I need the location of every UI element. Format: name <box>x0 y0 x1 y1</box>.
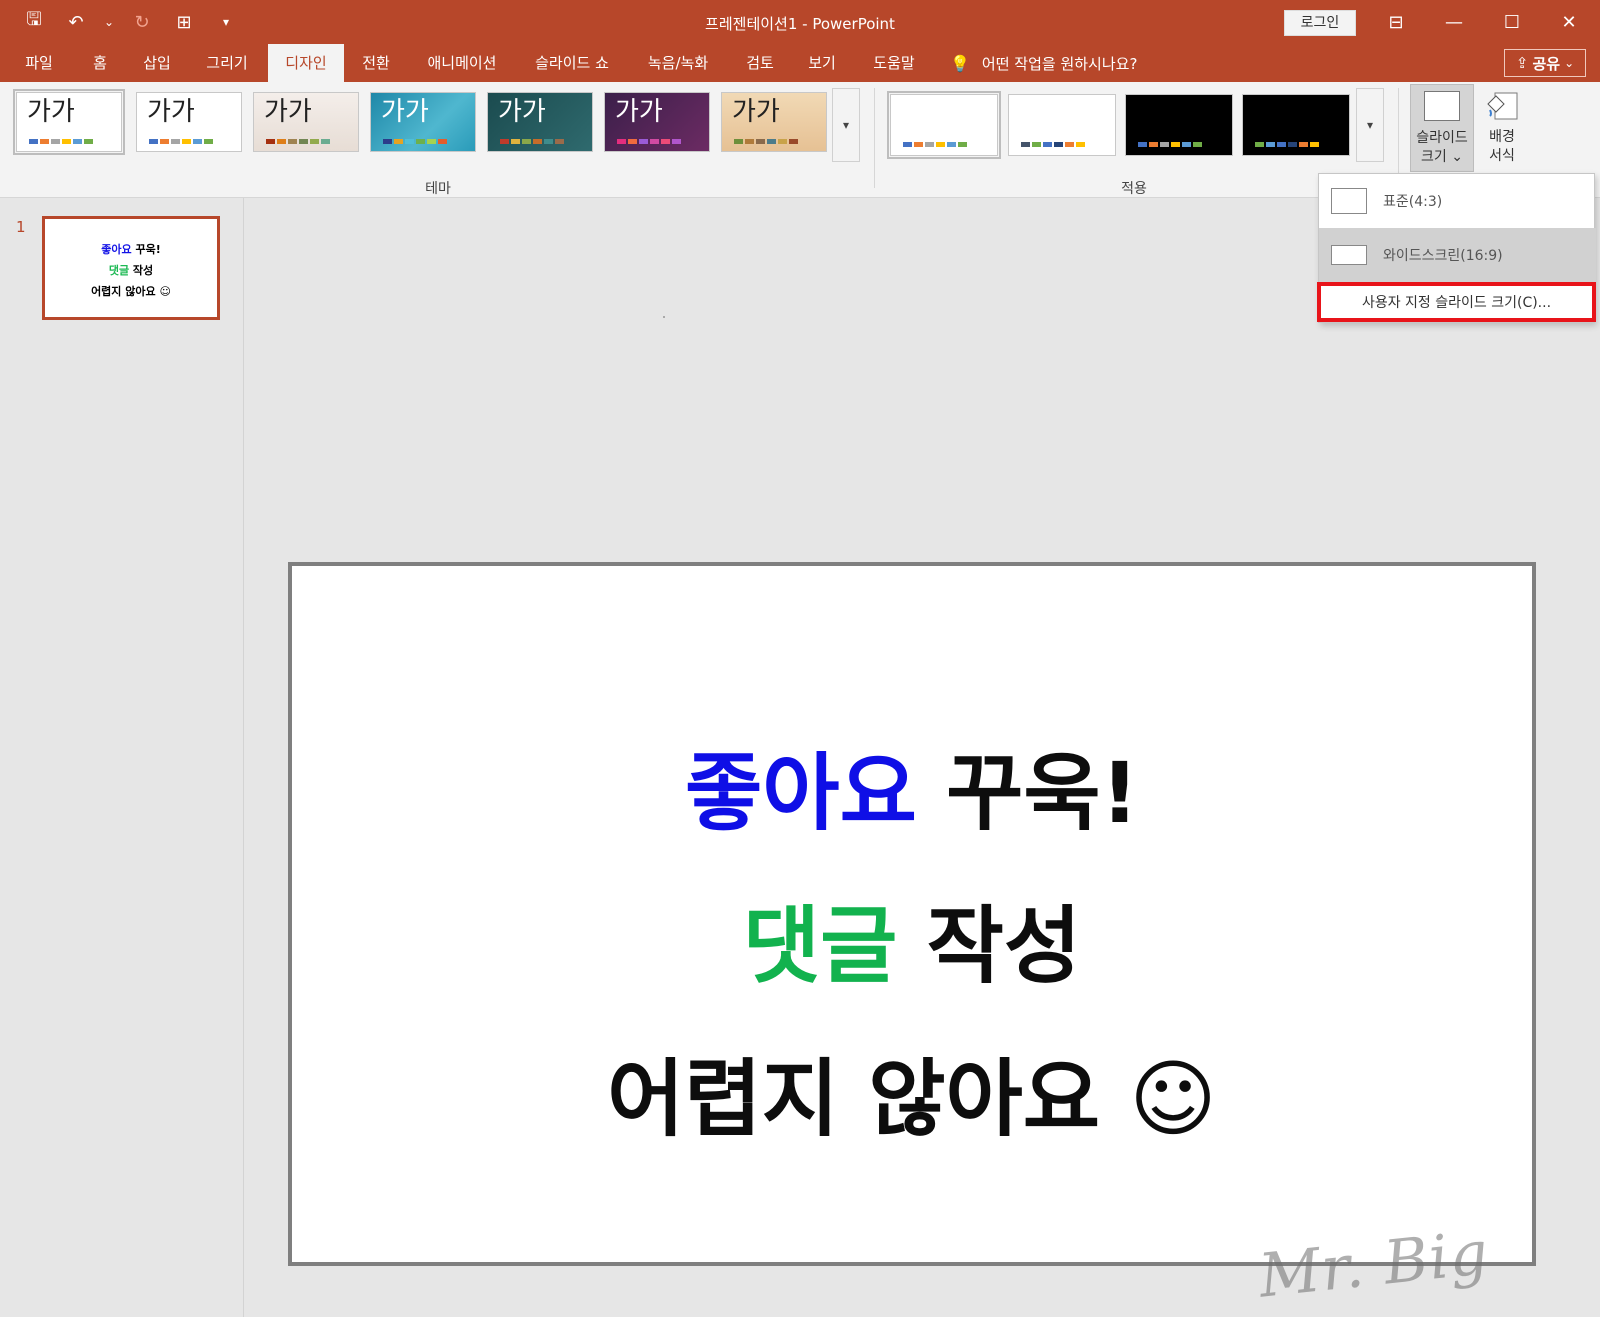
menu-item-standard[interactable]: 표준(4:3) <box>1319 174 1596 228</box>
tab-home[interactable]: 홈 <box>78 44 122 82</box>
tab-file[interactable]: 파일 <box>14 44 64 82</box>
tab-transitions[interactable]: 전환 <box>350 44 402 82</box>
ribbon-tabs: 파일 홈 삽입 그리기 디자인 전환 애니메이션 슬라이드 쇼 녹음/녹화 검토… <box>0 44 1600 82</box>
variant-colors <box>1021 142 1085 147</box>
themes-group-label: 테마 <box>425 181 451 197</box>
theme-colors <box>29 139 93 144</box>
slide-size-button[interactable]: 슬라이드 크기 ⌄ <box>1410 84 1474 172</box>
variants-more-button[interactable]: ▾ <box>1356 88 1384 162</box>
slide-text: 댓글 <box>742 897 898 995</box>
tell-me-text: 어떤 작업을 원하시나요? <box>981 54 1138 73</box>
slide-size-menu: 표준(4:3) 와이드스크린(16:9) 사용자 지정 슬라이드 크기(C)..… <box>1317 173 1596 323</box>
theme-purple[interactable]: 가가 <box>604 92 710 152</box>
standard-ratio-icon <box>1331 188 1367 214</box>
theme-colors <box>734 139 798 144</box>
theme-beige[interactable]: 가가 <box>253 92 359 152</box>
share-label: 공유 <box>1532 54 1561 73</box>
theme-sample-text: 가가 <box>615 97 663 127</box>
format-background-label: 배경 <box>1489 129 1515 145</box>
theme-sample-text: 가가 <box>732 97 780 127</box>
variant-colors <box>1255 142 1319 147</box>
theme-colors <box>617 139 681 144</box>
theme-teal[interactable]: 가가 <box>370 92 476 152</box>
theme-dark-green[interactable]: 가가 <box>487 92 593 152</box>
variant-2[interactable] <box>1008 94 1116 156</box>
menu-item-widescreen[interactable]: 와이드스크린(16:9) <box>1319 228 1596 282</box>
theme-sample-text: 가가 <box>27 97 75 127</box>
group-separator <box>874 88 875 188</box>
thumb-text: 꾸욱! <box>131 243 161 256</box>
format-background-label-2: 서식 <box>1489 148 1515 164</box>
theme-wood[interactable]: 가가 <box>721 92 827 152</box>
slide-number: 1 <box>16 218 26 236</box>
thumb-text: 작성 <box>129 264 154 277</box>
theme-sample-text: 가가 <box>498 97 546 127</box>
chevron-down-icon: ⌄ <box>1564 56 1575 70</box>
thumb-line-1: 좋아요 꾸욱! <box>45 239 217 260</box>
thumb-line-3: 어렵지 않아요 ☺ <box>91 285 171 298</box>
slide-line-1[interactable]: 좋아요 꾸욱! <box>292 726 1532 847</box>
share-button[interactable]: ⇪ 공유 ⌄ <box>1504 49 1586 77</box>
slide-line-3[interactable]: 어렵지 않아요 ☺ <box>292 1032 1532 1153</box>
tab-design[interactable]: 디자인 <box>268 44 344 82</box>
variant-1[interactable] <box>887 91 1001 159</box>
theme-colors <box>383 139 447 144</box>
canvas-dot <box>663 316 665 318</box>
tell-me-search[interactable]: 💡 어떤 작업을 원하시나요? <box>950 44 1137 82</box>
slide-size-label: 슬라이드 <box>1416 130 1468 146</box>
theme-sample-text: 가가 <box>147 97 195 127</box>
menu-item-label: 와이드스크린(16:9) <box>1383 248 1503 264</box>
format-background-icon <box>1485 90 1519 120</box>
slide-size-icon <box>1424 91 1460 121</box>
slide-line-2[interactable]: 댓글 작성 <box>292 879 1532 1000</box>
slide-size-label-2: 크기 ⌄ <box>1421 149 1463 165</box>
variant-3[interactable] <box>1125 94 1233 156</box>
tab-recording[interactable]: 녹음/녹화 <box>636 44 720 82</box>
variants-group-label: 적용 <box>1121 181 1147 197</box>
tab-help[interactable]: 도움말 <box>862 44 926 82</box>
variant-4[interactable] <box>1242 94 1350 156</box>
slide-thumbnail-pane: 1 좋아요 꾸욱! 댓글 작성 어렵지 않아요 ☺ <box>0 198 244 1317</box>
tab-slide-show[interactable]: 슬라이드 쇼 <box>526 44 618 82</box>
theme-colors <box>149 139 213 144</box>
widescreen-ratio-icon <box>1331 245 1367 265</box>
variant-colors <box>1138 142 1202 147</box>
menu-item-custom-slide-size[interactable]: 사용자 지정 슬라이드 크기(C)... <box>1317 282 1596 322</box>
slide-canvas[interactable]: 좋아요 꾸욱! 댓글 작성 어렵지 않아요 ☺ <box>288 562 1536 1266</box>
theme-office-2[interactable]: 가가 <box>136 92 242 152</box>
tab-review[interactable]: 검토 <box>736 44 784 82</box>
thumb-text: 댓글 <box>108 264 130 277</box>
close-icon[interactable]: ✕ <box>1546 6 1592 38</box>
thumb-line-2: 댓글 작성 <box>45 260 217 281</box>
slide-text: 작성 <box>897 897 1082 995</box>
slide-text: 좋아요 <box>685 744 917 842</box>
lightbulb-icon: 💡 <box>950 53 970 73</box>
minimize-icon[interactable]: — <box>1431 6 1477 38</box>
window-title: 프레젠테이션1 - PowerPoint <box>705 15 895 33</box>
maximize-icon[interactable]: ☐ <box>1489 6 1535 38</box>
format-background-button[interactable]: 배경 서식 <box>1470 84 1534 172</box>
slide-text: 꾸욱! <box>916 744 1139 842</box>
ribbon-display-options-icon[interactable]: ⊟ <box>1373 6 1419 38</box>
theme-sample-text: 가가 <box>264 97 312 127</box>
tab-insert[interactable]: 삽입 <box>132 44 182 82</box>
tab-view[interactable]: 보기 <box>798 44 846 82</box>
title-bar: 🖫 ↶ ⌄ ↻ ⊞ ▾ 프레젠테이션1 - PowerPoint 로그인 ⊟ —… <box>0 0 1600 44</box>
theme-office[interactable]: 가가 <box>13 89 125 155</box>
theme-sample-text: 가가 <box>381 97 429 127</box>
share-icon: ⇪ <box>1515 54 1529 72</box>
variant-colors <box>903 142 967 147</box>
themes-more-button[interactable]: ▾ <box>832 88 860 162</box>
login-button[interactable]: 로그인 <box>1284 10 1356 36</box>
thumb-text: 좋아요 <box>101 243 132 256</box>
tab-draw[interactable]: 그리기 <box>196 44 258 82</box>
tab-animations[interactable]: 애니메이션 <box>416 44 508 82</box>
menu-item-label: 표준(4:3) <box>1383 194 1443 210</box>
theme-colors <box>500 139 564 144</box>
theme-colors <box>266 139 330 144</box>
slide-thumbnail[interactable]: 좋아요 꾸욱! 댓글 작성 어렵지 않아요 ☺ <box>42 216 220 320</box>
